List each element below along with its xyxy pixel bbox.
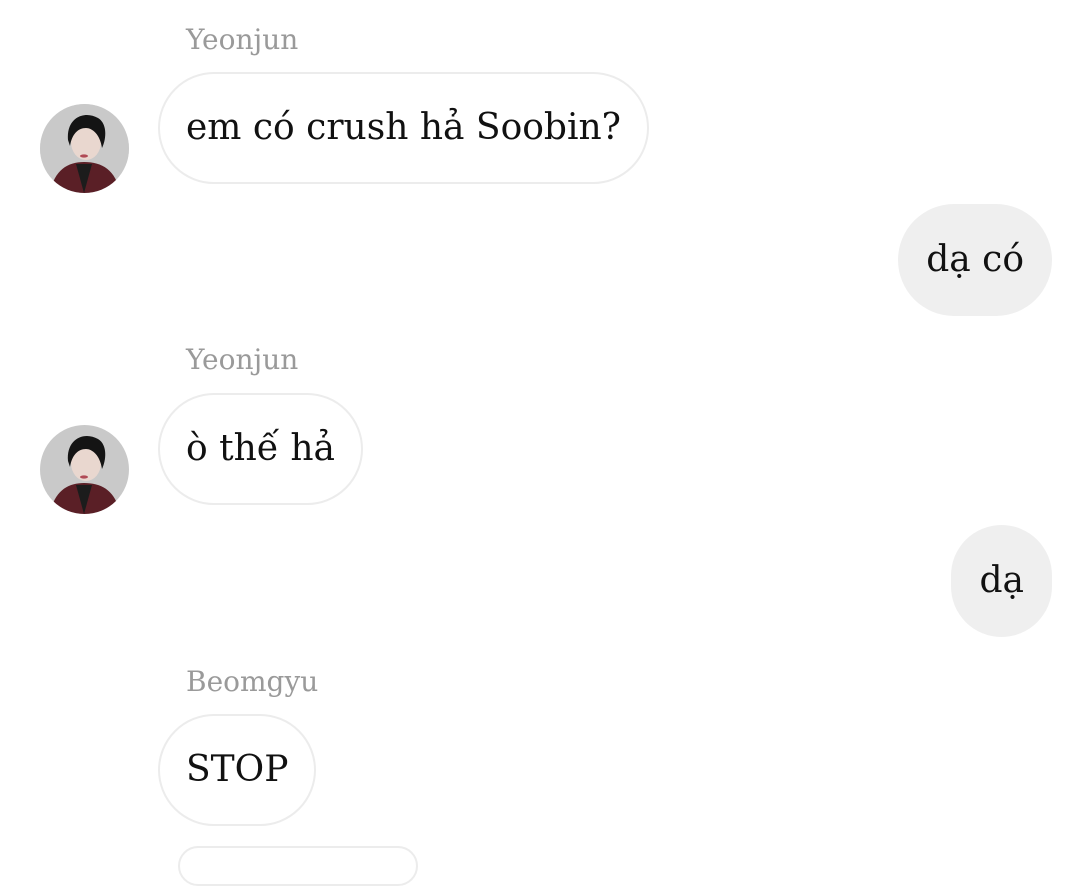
avatar[interactable]: [40, 425, 129, 514]
message-bubble-partial[interactable]: [178, 846, 418, 886]
sender-name: Yeonjun: [186, 343, 299, 376]
sender-name: Yeonjun: [186, 23, 299, 56]
message-bubble[interactable]: ò thế hả: [158, 393, 364, 505]
message-bubble[interactable]: em có crush hả Soobin?: [158, 72, 649, 184]
sender-name: Beomgyu: [186, 665, 319, 698]
message-bubble[interactable]: STOP: [158, 714, 317, 826]
message-bubble-outgoing[interactable]: dạ: [951, 525, 1052, 637]
avatar[interactable]: [40, 104, 129, 193]
message-bubble-outgoing[interactable]: dạ có: [898, 204, 1052, 316]
